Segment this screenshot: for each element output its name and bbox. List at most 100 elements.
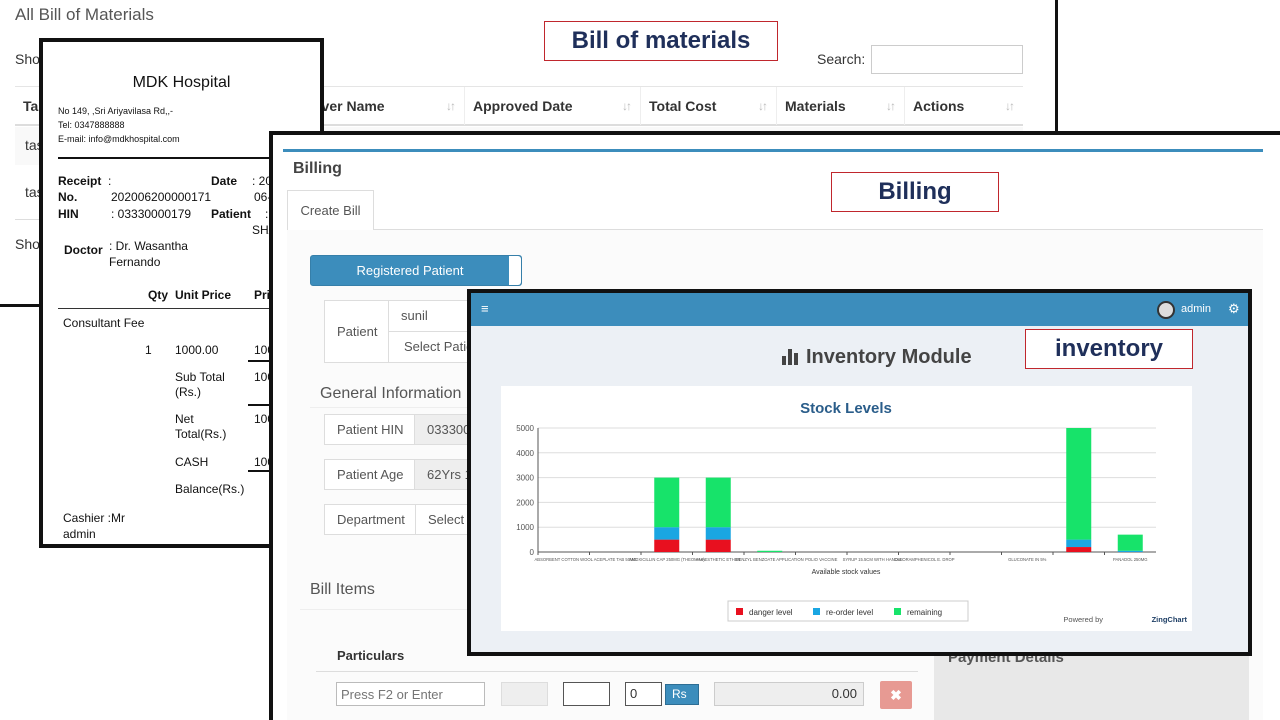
phone-line: Tel: 0347888888 [58, 120, 125, 130]
email-line: E-mail: info@mdkhospital.com [58, 134, 180, 144]
bar-segment-danger-level[interactable] [1066, 547, 1092, 552]
username-label[interactable]: admin [1181, 303, 1211, 315]
bar-segment-remaining[interactable] [654, 477, 680, 528]
department-label: Department [324, 504, 416, 535]
cashier-label: Cashier :Mr admin [63, 511, 126, 541]
x-tick-label: POLIO VACCINE [805, 557, 837, 562]
top-navbar: ≡ admin ⚙ [471, 293, 1248, 326]
y-tick-label: 2000 [516, 498, 534, 507]
legend-swatch[interactable] [894, 608, 901, 615]
inventory-callout-label: inventory [1025, 329, 1193, 369]
zingchart-brand[interactable]: ZingChart [1152, 615, 1188, 624]
y-tick-label: 0 [530, 548, 535, 557]
bar-chart-icon [781, 346, 801, 371]
menu-icon[interactable]: ≡ [481, 301, 489, 316]
item-qty: 1 [145, 343, 152, 357]
hospital-address: No 149, ,Sri Ariyavilasa Rd,,- Tel: 0347… [58, 104, 180, 146]
sort-icon: ↓↑ [758, 99, 768, 113]
x-tick-label: AMOXICILLIN CAP 250MG (THEOMAX) [629, 557, 705, 562]
sort-icon: ↓↑ [622, 99, 632, 113]
col-header-total-cost[interactable]: Total Cost ↓↑ [641, 87, 777, 125]
bom-title: All Bill of Materials [15, 5, 154, 24]
bar-segment-remaining[interactable] [1117, 534, 1143, 551]
legend-label[interactable]: danger level [749, 608, 793, 617]
bar-segment-re-order-level[interactable] [1117, 550, 1143, 552]
legend-label[interactable]: remaining [907, 608, 942, 617]
x-axis-ticks: ABSORBENT COTTON WOOL ACEPLATE TAB 50MGAM… [535, 552, 1147, 562]
sub-total-label: Sub Total (Rs.) [175, 370, 225, 399]
col-qty: Qty [148, 288, 169, 302]
chart-title: Stock Levels [800, 400, 892, 417]
legend-swatch[interactable] [736, 608, 743, 615]
close-icon: ✖ [890, 687, 902, 703]
avatar[interactable] [1157, 301, 1175, 319]
doctor-label: Doctor [64, 243, 103, 257]
toggle-label: Registered Patient [356, 263, 464, 278]
table-divider [316, 671, 918, 672]
x-tick-label: CHLORAMPHENICOL E. DROP [894, 557, 955, 562]
cash-label: CASH [175, 455, 209, 469]
bar-segment-re-order-level[interactable] [654, 527, 680, 540]
table-info-label: Sho [15, 236, 40, 252]
rs-toggle[interactable]: Rs [665, 684, 699, 705]
billing-title: Billing [293, 160, 342, 177]
entries-length-label: Sho [15, 51, 40, 67]
rate-field [501, 682, 548, 706]
col-header-approved-date[interactable]: Approved Date ↓↑ [465, 87, 641, 125]
bar-segment-danger-level[interactable] [654, 539, 680, 552]
item-name: Consultant Fee [63, 316, 145, 330]
inventory-module-title: Inventory Module [806, 346, 972, 368]
col-header-materials[interactable]: Materials ↓↑ [777, 87, 905, 125]
bar-segment-danger-level[interactable] [705, 539, 731, 552]
y-tick-label: 4000 [516, 449, 534, 458]
receipt-colon: : [108, 174, 112, 188]
col-header-approver-name[interactable]: over Name ↓↑ [305, 87, 465, 125]
divider [310, 407, 480, 408]
col-unit-price: Unit Price [175, 288, 232, 302]
registered-patient-toggle[interactable]: Registered Patient [310, 255, 522, 286]
bar-segment-remaining[interactable] [1066, 428, 1092, 540]
tab-create-bill[interactable]: Create Bill [287, 190, 374, 230]
hin-label: HIN [58, 207, 79, 221]
sort-icon: ↓↑ [446, 99, 456, 113]
patient-colon: : [265, 207, 269, 221]
x-tick-label: ABSORBENT COTTON WOOL [535, 557, 594, 562]
billing-callout-label: Billing [831, 172, 999, 212]
col-header-actions[interactable]: Actions ↓↑ [905, 87, 1023, 125]
receipt-number: 202006200000171 [111, 190, 212, 204]
y-axis-ticks: 0 1000 2000 3000 4000 5000 [516, 424, 534, 557]
remove-item-button[interactable]: ✖ [880, 681, 912, 709]
bar-segment-re-order-level[interactable] [1066, 539, 1092, 548]
divider [300, 609, 490, 610]
date-label: Date [211, 174, 238, 188]
col-header-task[interactable]: Ta [15, 87, 39, 125]
chart-legend: danger level re-order level remaining [736, 608, 942, 617]
search-label: Search: [817, 51, 866, 67]
x-tick-label: PANADOL 250MG [1113, 557, 1147, 562]
x-tick-label: ANAESTHETIC ETHER [696, 557, 741, 562]
bar-segment-remaining[interactable] [757, 550, 783, 552]
legend-label[interactable]: re-order level [826, 608, 873, 617]
legend-swatch[interactable] [813, 608, 820, 615]
hospital-name: MDK Hospital [132, 74, 231, 91]
powered-by-label: Powered by [1063, 615, 1103, 624]
patient-label: Patient [324, 300, 389, 363]
chart-card: Stock Levels 0 1000 2000 3000 4000 5000 ABSOR… [501, 386, 1192, 631]
bar-segment-re-order-level[interactable] [705, 527, 731, 540]
quantity-input[interactable] [563, 682, 610, 706]
receipt-label: Receipt [58, 174, 102, 188]
patient-hin-label: Patient HIN [324, 414, 415, 445]
chart-gridlines [537, 427, 1156, 553]
search-input[interactable] [871, 45, 1023, 74]
gears-icon[interactable]: ⚙ [1228, 301, 1240, 317]
doctor-value: : Dr. Wasantha Fernando [109, 239, 188, 269]
item-unit-price: 1000.00 [175, 343, 219, 357]
particulars-input[interactable] [336, 682, 485, 706]
col-price: Pri [254, 288, 271, 302]
bar-segment-remaining[interactable] [705, 477, 731, 528]
patient-age-label: Patient Age [324, 459, 415, 490]
toggle-handle[interactable] [509, 256, 521, 285]
y-tick-label: 1000 [516, 523, 534, 532]
discount-input[interactable]: 0 [625, 682, 662, 706]
receipt-no-label: No. [58, 190, 78, 204]
